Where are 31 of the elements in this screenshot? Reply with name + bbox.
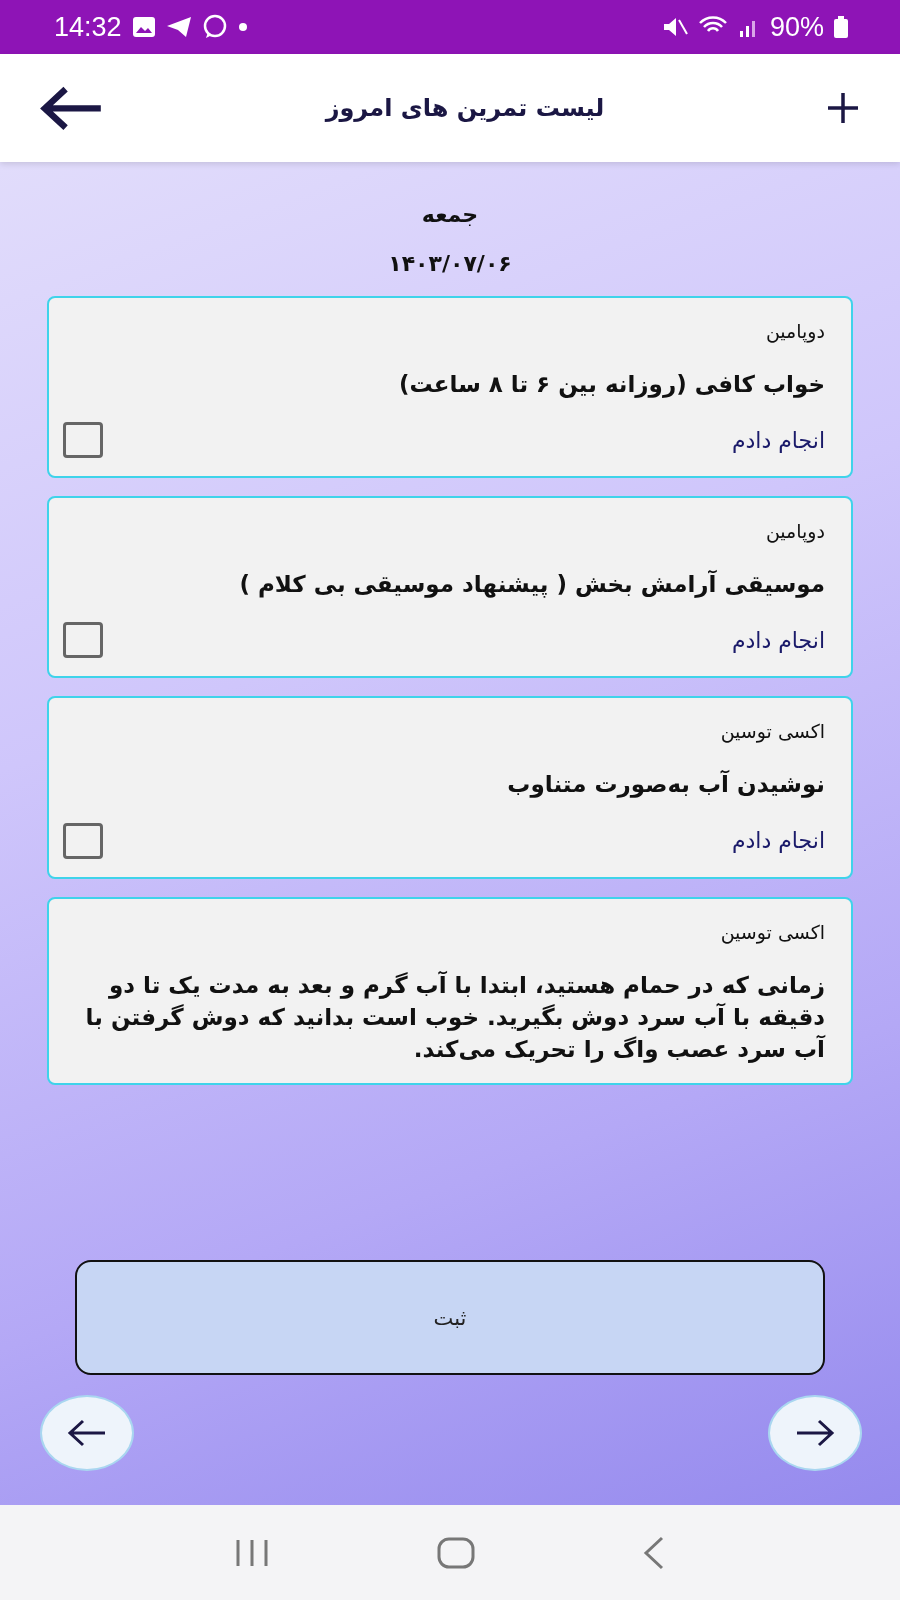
category-label: دوپامین bbox=[764, 520, 825, 543]
category-label: دوپامین bbox=[764, 320, 825, 342]
send-icon bbox=[165, 16, 192, 38]
chat-icon bbox=[201, 14, 228, 40]
image-icon bbox=[131, 16, 156, 38]
exercise-title: نوشیدن آب به‌صورت متناوب bbox=[506, 769, 825, 800]
notification-dot-icon bbox=[237, 22, 248, 32]
exercise-title: موسیقی آرامش بخش ( پیشنهاد موسیقی بی کلام ) bbox=[238, 569, 825, 600]
right-arrow-icon bbox=[795, 1419, 835, 1447]
page-title: لیست تمرین های امروز bbox=[325, 94, 605, 122]
exercise-title: خواب کافی (روزانه بین ۶ تا ۸ ساعت) bbox=[397, 370, 825, 400]
done-label: انجام دادم bbox=[731, 427, 825, 453]
submit-button[interactable]: ثبت bbox=[75, 1260, 825, 1375]
battery-percent: 90% bbox=[769, 11, 824, 43]
category-label: اکسی توسین bbox=[719, 920, 825, 943]
done-label: انجام دادم bbox=[731, 828, 825, 854]
done-checkbox[interactable] bbox=[63, 622, 103, 659]
home-icon[interactable] bbox=[437, 1536, 475, 1569]
done-checkbox[interactable] bbox=[63, 422, 103, 459]
left-arrow-icon bbox=[40, 85, 104, 131]
done-checkbox[interactable] bbox=[63, 822, 103, 859]
battery-icon bbox=[834, 16, 848, 38]
plus-icon bbox=[826, 91, 860, 125]
exercise-title: زمانی که در حمام هستید، ابتدا با آب گرم و بعد به مدت یک تا دو دقیقه با آب سرد دوش بگیرید. خوب است بدانید که دوش گرفتن با آب سرد عصب واگ را تحریک می‌کند. bbox=[84, 970, 825, 1065]
category-label: اکسی توسین bbox=[719, 720, 825, 743]
mute-icon bbox=[661, 16, 688, 38]
status-time: 14:32 bbox=[54, 11, 122, 43]
left-arrow-icon bbox=[67, 1419, 107, 1447]
day-label: جمعه bbox=[421, 202, 479, 227]
date-label: ۱۴۰۳/۰۷/۰۶ bbox=[388, 251, 512, 276]
done-label: انجام دادم bbox=[731, 627, 825, 653]
